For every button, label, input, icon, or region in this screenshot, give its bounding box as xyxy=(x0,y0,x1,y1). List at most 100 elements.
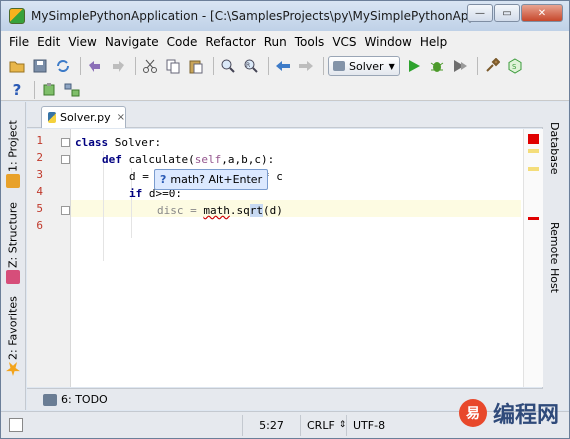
menu-edit[interactable]: Edit xyxy=(33,35,64,49)
line-separator-value: CRLF xyxy=(307,418,335,432)
run-config-icon xyxy=(333,61,345,71)
line-number: 4 xyxy=(36,185,43,198)
undo-icon[interactable] xyxy=(85,56,105,76)
toolbar-separator xyxy=(268,57,269,75)
copy-icon[interactable] xyxy=(163,56,183,76)
menu-run[interactable]: Run xyxy=(260,35,291,49)
warning-mark[interactable] xyxy=(528,167,539,171)
maximize-button[interactable]: ▭ xyxy=(494,4,520,22)
error-stripe xyxy=(523,129,543,387)
tab-favorites[interactable]: 2: Favorites xyxy=(4,294,22,378)
menu-code[interactable]: Code xyxy=(163,35,202,49)
status-toggle-icon[interactable] xyxy=(9,418,23,432)
open-icon[interactable] xyxy=(7,56,27,76)
run-config-label: Solver xyxy=(349,59,384,73)
error-mark[interactable] xyxy=(528,217,539,220)
minimize-button[interactable]: — xyxy=(467,4,493,22)
line-separator-select[interactable]: CRLF ⇕ xyxy=(300,414,346,436)
cut-icon[interactable] xyxy=(140,56,160,76)
line-number: 6 xyxy=(36,219,43,232)
editor-gutter: 1 2 3 4 5 6 xyxy=(27,129,71,387)
warning-mark[interactable] xyxy=(528,149,539,153)
caret-position[interactable]: 5:27 xyxy=(242,414,300,436)
keyword-def: def xyxy=(102,153,122,166)
error-indicator[interactable] xyxy=(528,134,539,144)
back-icon[interactable] xyxy=(273,56,293,76)
tab-project-label: 1: Project xyxy=(6,120,20,172)
sync-icon[interactable] xyxy=(53,56,73,76)
paste-icon[interactable] xyxy=(186,56,206,76)
code-text: calculate( xyxy=(121,153,195,166)
fold-marker-icon[interactable] xyxy=(61,206,70,215)
code-line-5: disc = math.sqrt(d) xyxy=(157,202,283,219)
watermark: 易 编程网 xyxy=(458,397,559,429)
find-icon[interactable] xyxy=(218,56,238,76)
debug-icon[interactable] xyxy=(427,56,447,76)
menu-refactor[interactable]: Refactor xyxy=(201,35,259,49)
replace-icon[interactable]: R xyxy=(241,56,261,76)
toolbar-row-2: ? xyxy=(7,78,85,102)
redo-icon[interactable] xyxy=(108,56,128,76)
code-text: ,a,b,c): xyxy=(221,153,275,166)
current-line-highlight xyxy=(71,200,521,217)
watermark-logo: 易 xyxy=(458,399,487,427)
keyword-if: if xyxy=(129,187,143,200)
main-toolbar: R Solver ▼ S ? xyxy=(1,53,569,101)
encoding-select[interactable]: UTF-8 xyxy=(346,414,408,436)
fold-marker-icon[interactable] xyxy=(61,138,70,147)
run-icon[interactable] xyxy=(404,56,424,76)
toolbar-separator xyxy=(34,81,35,99)
code-text: d = xyxy=(129,170,156,183)
tab-close-icon[interactable]: × xyxy=(117,112,125,123)
menu-navigate[interactable]: Navigate xyxy=(101,35,163,49)
menu-tools[interactable]: Tools xyxy=(291,35,329,49)
code-line-2: def calculate(self,a,b,c): xyxy=(102,151,274,168)
fold-marker-icon[interactable] xyxy=(61,155,70,164)
menu-vcs[interactable]: VCS xyxy=(328,35,360,49)
chevron-down-icon: ▼ xyxy=(388,61,395,71)
forward-icon[interactable] xyxy=(296,56,316,76)
save-icon[interactable] xyxy=(30,56,50,76)
help-icon[interactable]: ? xyxy=(7,80,27,100)
toolbar-separator xyxy=(323,57,324,75)
pycharm-logo-icon xyxy=(9,8,25,24)
structure-tab-icon xyxy=(6,270,20,284)
sdk-icon[interactable]: S xyxy=(505,56,525,76)
code-line-3: d = xyxy=(129,168,156,185)
code-text: Solver: xyxy=(108,136,162,149)
menu-bar: File Edit View Navigate Code Refactor Ru… xyxy=(1,31,569,53)
coverage-icon[interactable] xyxy=(450,56,470,76)
line-number: 3 xyxy=(36,168,43,181)
code-line-1: class Solver: xyxy=(75,134,161,151)
selected-text: rt xyxy=(249,204,263,217)
tab-remote-host[interactable]: Remote Host xyxy=(548,222,561,293)
run-configuration-select[interactable]: Solver ▼ xyxy=(328,56,400,76)
code-text: (d) xyxy=(262,204,283,217)
toolbar-separator xyxy=(80,57,81,75)
tab-solver-py[interactable]: Solver.py × xyxy=(41,106,126,128)
tab-database[interactable]: Database xyxy=(548,122,561,175)
tab-structure[interactable]: Z: Structure xyxy=(4,198,22,286)
settings-icon[interactable] xyxy=(482,56,502,76)
module-icon[interactable] xyxy=(39,80,59,100)
tab-favorites-label: 2: Favorites xyxy=(6,296,20,360)
todo-icon xyxy=(43,393,57,406)
menu-file[interactable]: File xyxy=(5,35,33,49)
close-button[interactable]: ✕ xyxy=(521,4,563,22)
menu-view[interactable]: View xyxy=(64,35,100,49)
window-title: MySimplePythonApplication - [C:\SamplesP… xyxy=(31,9,486,23)
menu-window[interactable]: Window xyxy=(361,35,416,49)
toolbar-separator xyxy=(135,57,136,75)
menu-help[interactable]: Help xyxy=(416,35,451,49)
code-editor[interactable]: 1 2 3 4 5 6 class Solver: def calculate(… xyxy=(27,129,543,387)
import-hint-tooltip[interactable]: ? math? Alt+Enter xyxy=(154,169,269,190)
todo-tab[interactable]: 6: TODO xyxy=(61,393,108,406)
project-icon xyxy=(6,174,20,188)
tab-project[interactable]: 1: Project xyxy=(4,110,22,190)
star-icon xyxy=(6,362,20,376)
right-tool-window-strip: Database Remote Host xyxy=(542,102,568,410)
structure-icon[interactable] xyxy=(62,80,82,100)
tab-remote-host-label: Remote Host xyxy=(548,222,561,293)
keyword-class: class xyxy=(75,136,109,149)
python-file-icon xyxy=(48,112,57,123)
